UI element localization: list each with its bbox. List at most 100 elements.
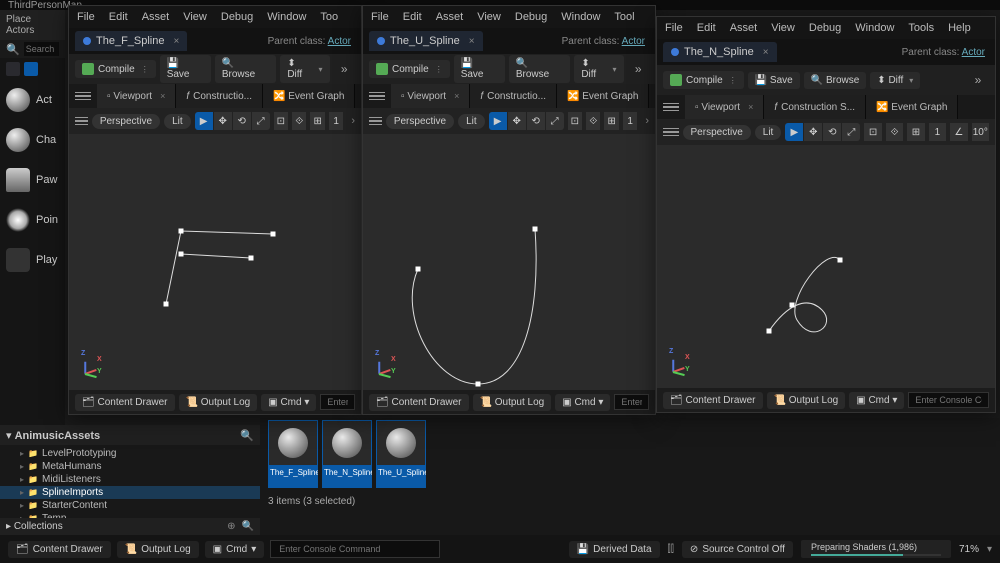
browse-button[interactable]: 🔍 Browse [215,55,276,83]
content-drawer-button[interactable]: 🗂 Content Drawer [663,392,763,409]
search-icon[interactable]: 🔍 [242,521,254,532]
folder-row[interactable]: ▸📁MetaHumans [0,460,260,473]
save-button[interactable]: 💾 Save [454,55,505,83]
close-icon[interactable]: × [469,36,475,47]
lit-dropdown[interactable]: Lit [755,125,782,140]
add-collection-icon[interactable]: ⊕ [227,521,235,532]
diff-button[interactable]: ⬍ Diff▾ [280,55,329,83]
content-drawer-button[interactable]: 🗂 Content Drawer [8,541,111,558]
spline-point[interactable] [249,256,254,261]
asset-card[interactable]: The_U_Spline [376,420,426,488]
menu-item[interactable]: Window [855,22,894,34]
cmd-button[interactable]: ▣ Cmd ▾ [205,541,265,558]
tab-construction[interactable]: f Constructio... [470,84,557,108]
snap-icon[interactable]: ⊡ [274,112,288,130]
tab-construction[interactable]: f Constructio... [176,84,263,108]
tree-root[interactable]: ▾ AnimusicAssets [6,429,100,442]
menu-item[interactable]: Tools [908,22,934,34]
filter-icon[interactable] [6,62,20,76]
spline-point[interactable] [179,229,184,234]
scale-tool[interactable]: ⤢ [546,112,564,130]
folder-row[interactable]: ▸📁SplineImports [0,486,260,499]
grid-icon[interactable]: ⊞ [907,123,924,141]
hamburger-icon[interactable] [369,88,385,104]
snap-icon[interactable]: ⊡ [568,112,582,130]
select-tool[interactable]: ▶ [489,112,507,130]
snap-icon[interactable]: ⊡ [864,123,881,141]
content-drawer-button[interactable]: 🗂 Content Drawer [369,394,469,411]
angle-value[interactable]: 10° [972,123,989,141]
parent-class-link[interactable]: Actor [622,36,645,47]
hamburger-icon[interactable] [663,99,679,115]
rotate-tool[interactable]: ⟲ [823,123,841,141]
blueprint-tab[interactable]: The_U_Spline× [369,31,483,51]
category-icon[interactable] [24,62,38,76]
menu-item[interactable]: View [183,11,207,23]
select-tool[interactable]: ▶ [785,123,803,141]
save-button[interactable]: 💾 Save [748,72,800,89]
save-button[interactable]: 💾 Save [160,55,211,83]
angle-icon[interactable]: ∠ [950,123,967,141]
menu-item[interactable]: Asset [142,11,170,23]
asset-card[interactable]: The_N_Spline [322,420,372,488]
overflow-icon[interactable]: » [628,58,650,80]
folder-row[interactable]: ▸📁MidiListeners [0,473,260,486]
actor-item[interactable]: Play [0,240,65,280]
surface-snap-icon[interactable]: ⟐ [292,112,306,130]
spline-point[interactable] [790,303,795,308]
viewport[interactable]: Z X Y [657,145,995,388]
tab-viewport[interactable]: ▫ Viewport× [391,84,470,108]
translate-tool[interactable]: ✥ [508,112,526,130]
compile-button[interactable]: Compile⋮ [663,71,744,89]
viewport[interactable]: Z X Y [69,134,361,390]
actor-item[interactable]: Cha [0,120,65,160]
translate-tool[interactable]: ✥ [214,112,232,130]
search-icon[interactable]: 🔍 [240,428,254,442]
derived-data-button[interactable]: 💾 Derived Data [569,541,660,558]
hamburger-icon[interactable] [75,88,91,104]
menu-item[interactable]: View [477,11,501,23]
lit-dropdown[interactable]: Lit [458,114,485,129]
menu-item[interactable]: Edit [697,22,716,34]
diff-button[interactable]: ⬍ Diff▾ [870,72,920,89]
diff-button[interactable]: ⬍ Diff▾ [574,55,623,83]
menu-item[interactable]: File [77,11,95,23]
scale-tool[interactable]: ⤢ [842,123,860,141]
actor-item[interactable]: Act [0,80,65,120]
output-log-button[interactable]: 📜 Output Log [767,392,846,409]
menu-item[interactable]: Debug [809,22,841,34]
actor-item[interactable]: Paw [0,160,65,200]
spline-point[interactable] [164,302,169,307]
perspective-dropdown[interactable]: Perspective [92,114,160,129]
output-log-button[interactable]: 📜 Output Log [117,541,199,558]
console-input[interactable] [908,392,989,408]
close-icon[interactable]: × [174,36,180,47]
perspective-dropdown[interactable]: Perspective [386,114,454,129]
chevron-right-icon[interactable]: › [351,115,355,127]
tab-event-graph[interactable]: 🔀 Event Graph [866,95,958,119]
asset-card[interactable]: The_F_Spline [268,420,318,488]
close-icon[interactable]: × [454,91,459,101]
menu-item[interactable]: Too [320,11,338,23]
source-control-button[interactable]: ⊘ Source Control Off [682,541,793,558]
menu-item[interactable]: Asset [436,11,464,23]
stats-icon[interactable]: ⫿⫿ [668,544,674,555]
surface-snap-icon[interactable]: ⟐ [886,123,903,141]
tab-construction[interactable]: f Construction S... [764,95,866,119]
compile-button[interactable]: Compile⋮ [369,60,450,78]
close-icon[interactable]: × [160,91,165,101]
menu-item[interactable]: Edit [109,11,128,23]
console-input[interactable] [270,540,440,558]
spline-point[interactable] [767,329,772,334]
place-actors-search[interactable] [24,42,59,56]
browse-button[interactable]: 🔍 Browse [509,55,570,83]
menu-item[interactable]: Window [267,11,306,23]
browse-button[interactable]: 🔍 Browse [804,72,867,89]
collections-header[interactable]: ▸ Collections ⊕🔍 [0,518,260,535]
scale-tool[interactable]: ⤢ [252,112,270,130]
tab-event-graph[interactable]: 🔀 Event Graph [557,84,649,108]
menu-item[interactable]: Debug [221,11,253,23]
menu-item[interactable]: File [371,11,389,23]
content-drawer-button[interactable]: 🗂 Content Drawer [75,394,175,411]
grid-icon[interactable]: ⊞ [604,112,618,130]
